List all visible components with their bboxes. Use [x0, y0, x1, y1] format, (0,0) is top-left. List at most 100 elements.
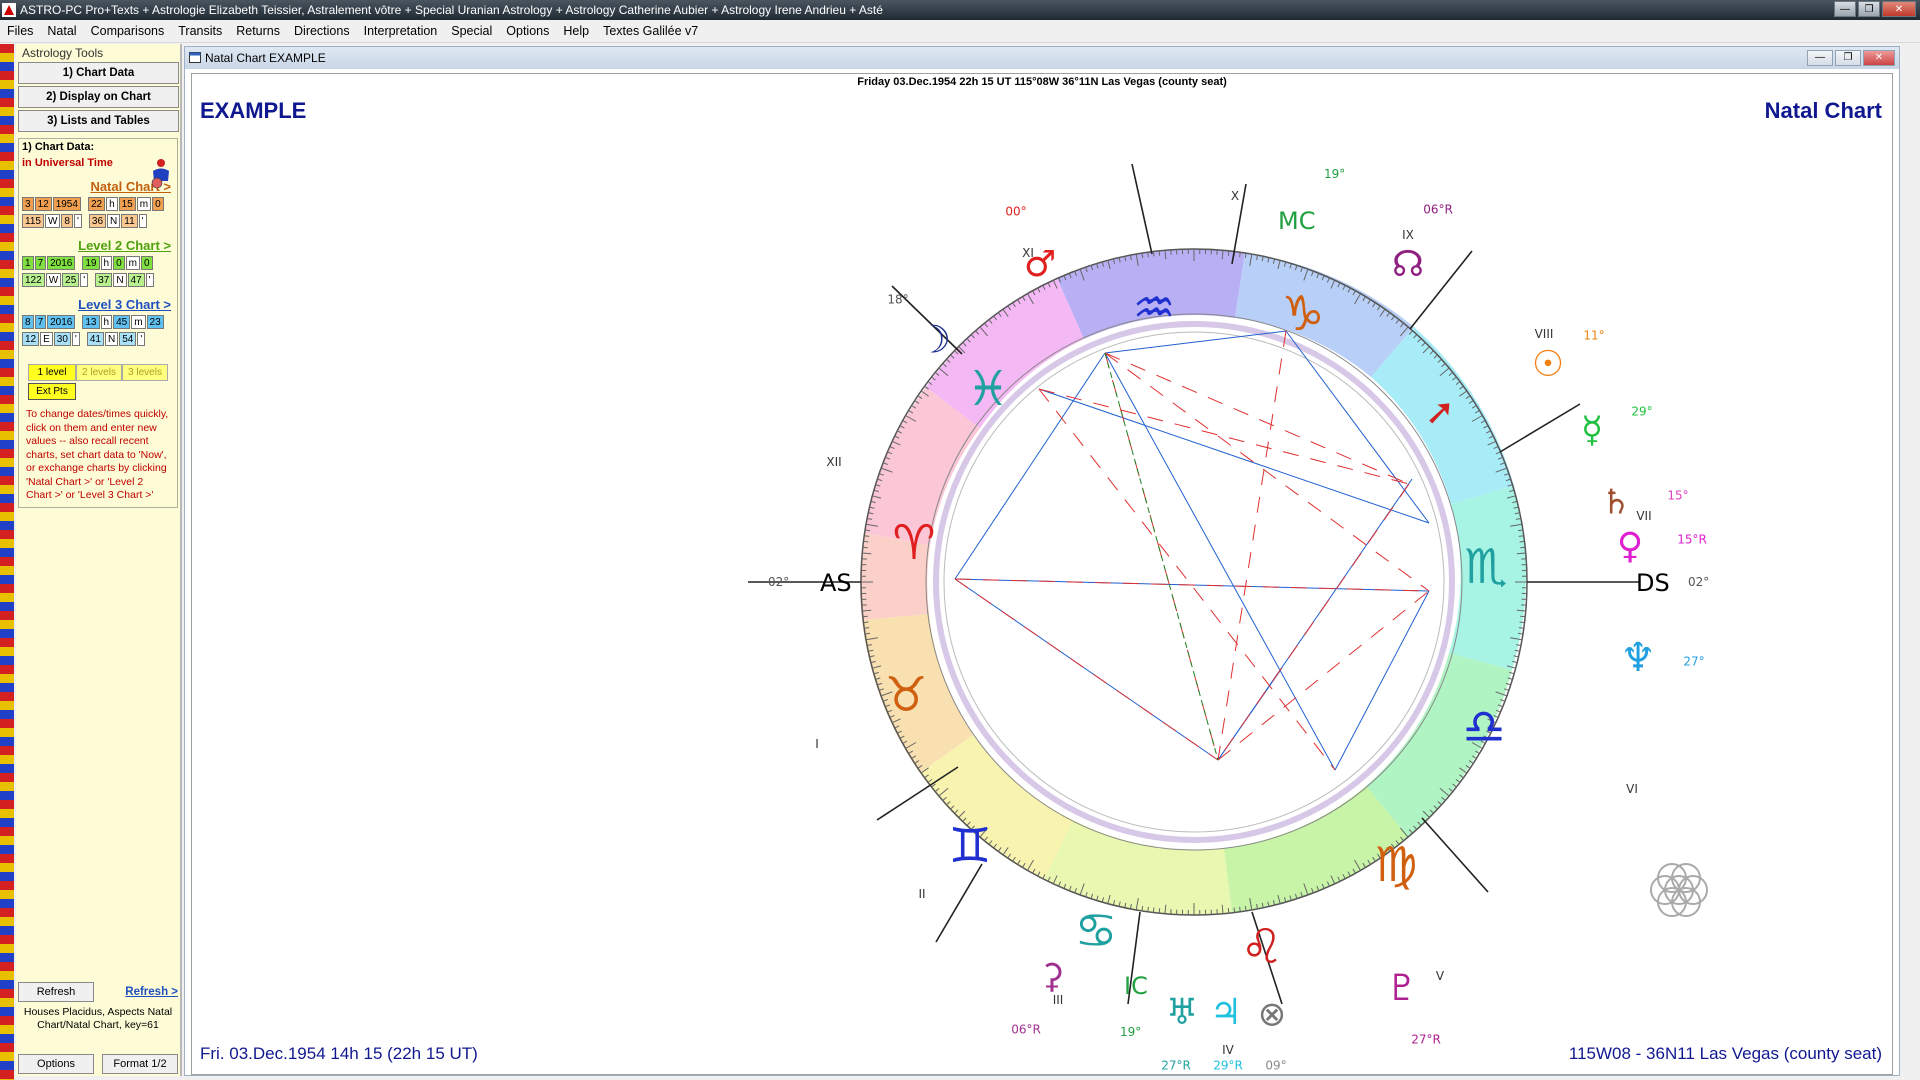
- menu-options[interactable]: Options: [499, 24, 556, 38]
- pluto-icon: ♇: [1386, 968, 1418, 1009]
- level2-lon-dir[interactable]: W: [45, 273, 62, 287]
- chart-canvas[interactable]: Friday 03.Dec.1954 22h 15 UT 115°08W 36°…: [191, 73, 1893, 1075]
- level2-minute[interactable]: 0: [113, 256, 125, 270]
- color-stripe: [0, 44, 14, 1080]
- natal-lat-min[interactable]: 11: [121, 214, 138, 228]
- natal-second[interactable]: 0: [152, 197, 164, 211]
- app-title-bar: ASTRO-PC Pro+Texts + Astrologie Elizabet…: [0, 0, 1920, 20]
- natal-month[interactable]: 12: [34, 197, 52, 211]
- display-on-chart-button[interactable]: 2) Display on Chart: [18, 86, 179, 108]
- refresh-link[interactable]: Refresh >: [125, 986, 178, 998]
- menu-bar: Files Natal Comparisons Transits Returns…: [0, 20, 1920, 43]
- natal-day[interactable]: 3: [22, 197, 34, 211]
- midheaven-label: MC: [1278, 207, 1315, 235]
- level3-year[interactable]: 2016: [47, 315, 76, 329]
- menu-natal[interactable]: Natal: [40, 24, 83, 38]
- saturn-degree: 15°: [1667, 489, 1688, 503]
- house-viii: VIII: [1535, 327, 1554, 341]
- level3-lat-min[interactable]: 54: [119, 332, 137, 346]
- person-globe-icon[interactable]: [148, 157, 174, 189]
- level2-lat-deg[interactable]: 37: [95, 273, 113, 287]
- level2-year[interactable]: 2016: [47, 256, 76, 270]
- three-levels-button[interactable]: 3 levels: [122, 364, 168, 381]
- level2-day[interactable]: 1: [22, 256, 34, 270]
- two-levels-button[interactable]: 2 levels: [76, 364, 122, 381]
- gemini-glyph: ♊: [948, 818, 991, 874]
- natal-year[interactable]: 1954: [52, 197, 81, 211]
- level2-lat-min[interactable]: 47: [127, 273, 145, 287]
- pluto-degree: 27°R: [1411, 1033, 1441, 1047]
- virgo-glyph: ♍: [1374, 837, 1417, 893]
- ds-degree: 02°: [1688, 575, 1709, 589]
- window-title: Natal Chart EXAMPLE: [205, 51, 326, 65]
- menu-files[interactable]: Files: [0, 24, 40, 38]
- lilith-degree: 06°R: [1011, 1023, 1041, 1037]
- level3-second[interactable]: 23: [146, 315, 164, 329]
- lists-and-tables-button[interactable]: 3) Lists and Tables: [18, 110, 179, 132]
- capricorn-glyph: ♑: [1281, 286, 1324, 342]
- menu-special[interactable]: Special: [444, 24, 499, 38]
- menu-directions[interactable]: Directions: [287, 24, 357, 38]
- mercury-icon: ☿: [1581, 410, 1603, 451]
- menu-transits[interactable]: Transits: [171, 24, 229, 38]
- level2-lon-tick: ': [80, 273, 89, 287]
- chart-data-label: 1) Chart Data:: [22, 141, 95, 153]
- level3-lat-deg[interactable]: 41: [86, 332, 104, 346]
- level2-month[interactable]: 7: [34, 256, 47, 270]
- level3-lon-min[interactable]: 30: [53, 332, 71, 346]
- uranus-icon: ♅: [1166, 992, 1198, 1033]
- as-degree: 02°: [768, 575, 789, 589]
- level2-lon-min[interactable]: 25: [62, 273, 80, 287]
- mercury-degree: 29°: [1631, 405, 1652, 419]
- level3-hour[interactable]: 13: [82, 315, 100, 329]
- natal-lat-deg[interactable]: 36: [88, 214, 107, 228]
- aquarius-glyph: ♒: [1132, 280, 1175, 336]
- level3-month[interactable]: 7: [34, 315, 47, 329]
- level2-hour[interactable]: 19: [82, 256, 100, 270]
- level3-chart-link[interactable]: Level 3 Chart >: [22, 297, 174, 312]
- menu-textes-galilee[interactable]: Textes Galilée v7: [596, 24, 705, 38]
- options-button[interactable]: Options: [18, 1054, 94, 1074]
- level3-lon-tick: ': [71, 332, 80, 346]
- level3-lon-dir[interactable]: E: [40, 332, 53, 346]
- window-close-button[interactable]: ✕: [1863, 50, 1895, 66]
- natal-minute[interactable]: 15: [118, 197, 136, 211]
- sun-icon: ☉: [1532, 344, 1564, 385]
- pisces-glyph: ♓: [966, 361, 1009, 417]
- chart-data-button[interactable]: 1) Chart Data: [18, 62, 179, 84]
- level3-date-row: 8 7 2016 13 h 45 m 23: [22, 315, 174, 329]
- level2-lat-tick: ': [145, 273, 154, 287]
- minimize-button[interactable]: —: [1834, 1, 1856, 17]
- ext-pts-button[interactable]: Ext Pts: [28, 383, 76, 400]
- level2-lon-deg[interactable]: 122: [22, 273, 45, 287]
- close-button[interactable]: ✕: [1882, 1, 1916, 17]
- level2-chart-link[interactable]: Level 2 Chart >: [22, 238, 174, 253]
- natal-hour[interactable]: 22: [87, 197, 106, 211]
- level3-day[interactable]: 8: [22, 315, 34, 329]
- cancer-glyph: ♋: [1074, 903, 1117, 959]
- imum-coeli-label: IC: [1124, 972, 1148, 1000]
- window-minimize-button[interactable]: —: [1807, 50, 1833, 66]
- natal-lon-dir[interactable]: W: [44, 214, 61, 228]
- menu-interpretation[interactable]: Interpretation: [357, 24, 445, 38]
- one-level-button[interactable]: 1 level: [28, 364, 76, 381]
- menu-comparisons[interactable]: Comparisons: [84, 24, 172, 38]
- restore-button[interactable]: ❐: [1858, 1, 1880, 17]
- natal-h-label: h: [106, 197, 118, 211]
- natal-lon-deg[interactable]: 115: [22, 214, 44, 228]
- level2-second[interactable]: 0: [140, 256, 153, 270]
- natal-lon-min[interactable]: 8: [61, 214, 73, 228]
- natal-lat-dir[interactable]: N: [107, 214, 121, 228]
- format-button[interactable]: Format 1/2: [102, 1054, 178, 1074]
- menu-help[interactable]: Help: [556, 24, 596, 38]
- menu-returns[interactable]: Returns: [229, 24, 287, 38]
- level3-lat-dir[interactable]: N: [104, 332, 119, 346]
- level3-lon-deg[interactable]: 12: [22, 332, 40, 346]
- level3-h-label: h: [100, 315, 113, 329]
- level2-m-label: m: [125, 256, 140, 270]
- refresh-button[interactable]: Refresh: [18, 982, 94, 1002]
- level2-lat-dir[interactable]: N: [113, 273, 127, 287]
- level3-minute[interactable]: 45: [113, 315, 131, 329]
- window-maximize-button[interactable]: ❐: [1835, 50, 1861, 66]
- level2-h-label: h: [100, 256, 113, 270]
